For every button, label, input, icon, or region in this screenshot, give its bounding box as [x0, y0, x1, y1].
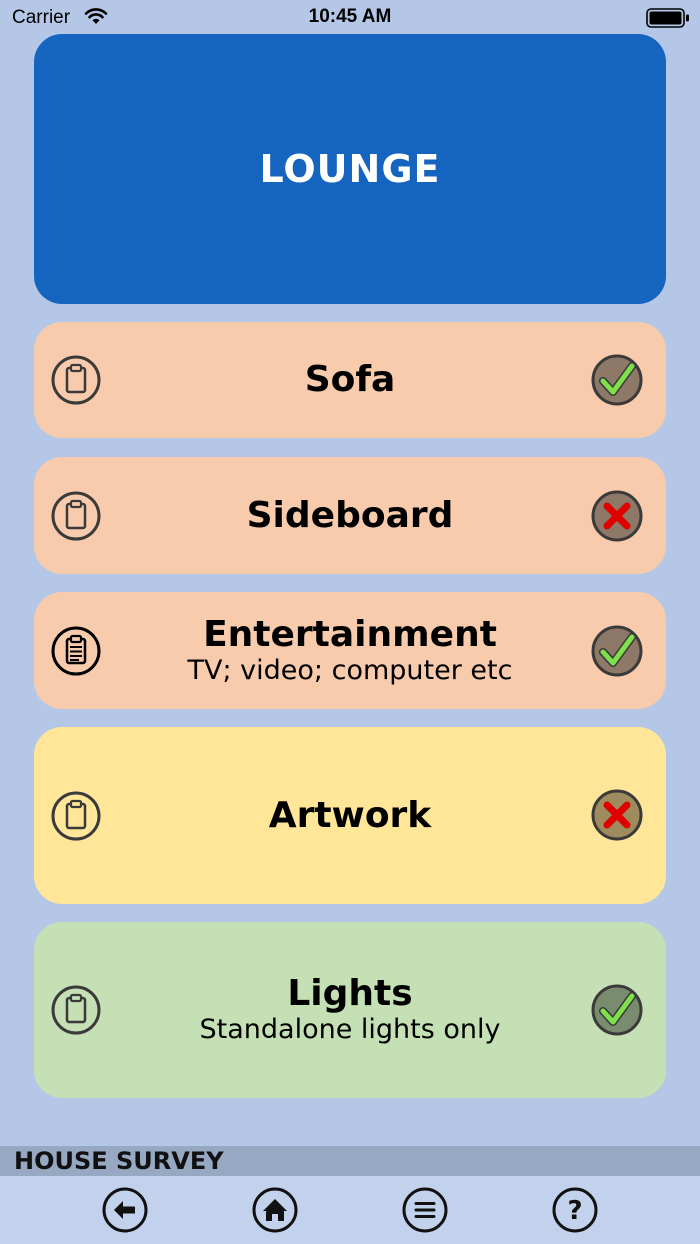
status-bar: Carrier 10:45 AM	[0, 0, 700, 36]
item-artwork[interactable]: Artwork	[34, 727, 666, 904]
clipboard-icon[interactable]	[50, 790, 102, 842]
cross-icon[interactable]	[590, 788, 644, 842]
clipboard-filled-icon[interactable]	[50, 625, 102, 677]
check-icon[interactable]	[590, 624, 644, 678]
bottom-toolbar: ?	[0, 1176, 700, 1244]
footer-strip: HOUSE SURVEY	[0, 1146, 700, 1176]
menu-icon[interactable]	[402, 1187, 448, 1233]
room-header: LOUNGE	[34, 34, 666, 304]
room-title: LOUNGE	[259, 147, 441, 191]
item-title: Artwork	[268, 794, 432, 836]
home-icon[interactable]	[252, 1187, 298, 1233]
item-text: Sideboard	[124, 457, 576, 574]
clipboard-icon[interactable]	[50, 490, 102, 542]
item-text: Entertainment TV; video; computer etc	[124, 592, 576, 709]
item-title: Sideboard	[246, 494, 454, 536]
item-text: Sofa	[124, 322, 576, 438]
back-arrow-icon[interactable]	[102, 1187, 148, 1233]
clipboard-icon[interactable]	[50, 354, 102, 406]
item-text: Lights Standalone lights only	[124, 922, 576, 1098]
item-title: Sofa	[304, 359, 396, 400]
help-icon[interactable]: ?	[552, 1187, 598, 1233]
item-text: Artwork	[124, 727, 576, 904]
clock: 10:45 AM	[308, 6, 392, 27]
item-lights[interactable]: Lights Standalone lights only	[34, 922, 666, 1098]
item-subtitle: Standalone lights only	[199, 1014, 501, 1045]
check-icon[interactable]	[590, 353, 644, 407]
app-label: HOUSE SURVEY	[14, 1147, 224, 1175]
item-title: Entertainment	[203, 613, 497, 655]
cross-icon[interactable]	[590, 489, 644, 543]
item-subtitle: TV; video; computer etc	[187, 654, 513, 686]
clipboard-icon[interactable]	[50, 984, 102, 1036]
item-title: Lights	[287, 973, 413, 1014]
battery-icon	[646, 8, 689, 28]
item-sideboard[interactable]: Sideboard	[34, 457, 666, 574]
item-sofa[interactable]: Sofa	[34, 322, 666, 438]
svg-text:?: ?	[567, 1196, 582, 1226]
check-icon[interactable]	[590, 983, 644, 1037]
item-entertainment[interactable]: Entertainment TV; video; computer etc	[34, 592, 666, 709]
